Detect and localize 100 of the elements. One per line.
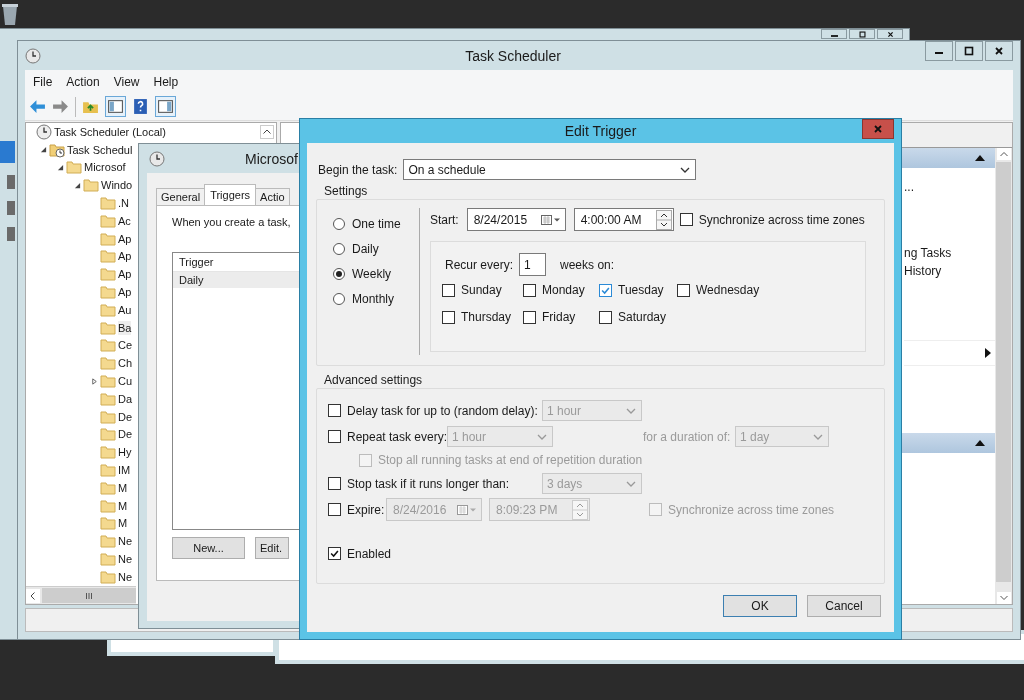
tree-item[interactable]: Ap (118, 249, 132, 264)
tree-item[interactable]: De (118, 427, 133, 442)
number-field[interactable]: 1 (519, 253, 547, 276)
minimize-button[interactable] (925, 41, 953, 61)
expanded-triangle-icon[interactable] (74, 181, 81, 189)
dialog-button[interactable]: OK (723, 595, 797, 617)
back-arrow-icon[interactable] (29, 98, 46, 115)
tab[interactable]: Actio (255, 188, 290, 205)
horizontal-scrollbar[interactable] (26, 586, 136, 604)
checkbox[interactable] (328, 404, 341, 417)
radio-button[interactable] (333, 218, 345, 230)
tree-item[interactable]: M (118, 498, 128, 513)
menu-item[interactable]: File (29, 72, 57, 91)
tree-item[interactable]: Ba (118, 320, 132, 335)
expanded-triangle-icon[interactable] (57, 164, 64, 171)
checkbox[interactable] (523, 310, 536, 324)
tree-item[interactable]: .N (118, 196, 129, 211)
recycle-bin-icon[interactable] (0, 2, 20, 26)
checkbox[interactable] (599, 283, 612, 297)
tab[interactable]: Triggers (204, 184, 257, 205)
caret-icon (813, 433, 823, 440)
checkbox[interactable] (359, 453, 372, 467)
scroll-up-icon[interactable] (260, 125, 274, 139)
tree-item[interactable]: Task Schedul (67, 142, 133, 157)
checkbox[interactable] (328, 503, 341, 516)
begin-dropdown[interactable]: On a schedule (403, 159, 697, 180)
close-button[interactable] (985, 41, 1013, 61)
checkbox[interactable] (328, 547, 341, 560)
vertical-scrollbar[interactable] (995, 148, 1012, 604)
checkbox[interactable] (328, 477, 341, 490)
time-field[interactable]: 4:00:00 AM (573, 208, 674, 231)
radio-button[interactable] (333, 243, 345, 255)
radio-button[interactable] (333, 268, 345, 280)
submenu-arrow-icon[interactable] (985, 348, 991, 358)
tree-item[interactable]: Da (118, 391, 133, 406)
tree-item[interactable]: M (118, 516, 128, 531)
minimize-button[interactable] (821, 29, 847, 39)
collapse-arrow-icon[interactable] (975, 155, 985, 161)
tree-item[interactable]: IM (118, 463, 131, 478)
checkbox[interactable] (328, 430, 341, 443)
tree-item[interactable]: Ap (118, 285, 132, 300)
menu-item[interactable]: Action (62, 72, 104, 91)
tree-item[interactable]: Hy (118, 445, 132, 460)
minimize-icon (935, 52, 943, 54)
collapsed-triangle-icon[interactable] (91, 377, 98, 385)
scroll-thumb[interactable] (996, 162, 1011, 582)
checkbox[interactable] (679, 213, 693, 226)
tree-item[interactable]: Ap (118, 231, 132, 246)
task-link[interactable]: History (904, 262, 942, 280)
folder-icon (100, 551, 116, 567)
checkbox[interactable] (599, 310, 612, 324)
checkbox[interactable] (649, 503, 662, 516)
checkbox[interactable] (677, 283, 690, 297)
tree-item[interactable]: Task Scheduler (Local) (54, 124, 166, 139)
tree-item[interactable]: Ch (118, 356, 133, 371)
tree-item[interactable]: Au (118, 302, 132, 317)
menu-item[interactable]: Help (149, 72, 183, 91)
panel-icon[interactable] (155, 96, 176, 117)
folder-icon (100, 284, 116, 301)
tree-item[interactable]: Windo (101, 178, 133, 193)
tree-item[interactable]: M (118, 480, 128, 495)
maximize-button[interactable] (955, 41, 983, 61)
panel-icon[interactable] (105, 96, 126, 117)
checkbox[interactable] (523, 283, 536, 297)
folder-icon (100, 337, 116, 354)
radio-label: Daily (352, 242, 379, 256)
collapse-arrow-icon[interactable] (975, 440, 985, 446)
tree-item[interactable]: Ne (118, 569, 133, 584)
scroll-thumb[interactable] (42, 588, 136, 603)
date-picker[interactable]: 8/24/2015 (466, 208, 566, 231)
tree-item[interactable]: Ce (118, 338, 133, 353)
help-icon[interactable] (132, 98, 149, 115)
task-link[interactable]: ng Tasks (904, 244, 952, 262)
dialog-button[interactable]: New... (172, 537, 245, 559)
tree-item[interactable]: Ap (118, 267, 132, 282)
list-row[interactable]: Daily (173, 272, 300, 288)
tree-item[interactable]: Microsof (84, 160, 126, 175)
tree-item[interactable]: Cu (118, 374, 133, 389)
scroll-left-icon[interactable] (26, 588, 40, 603)
forward-arrow-icon[interactable] (52, 98, 69, 115)
spin-buttons-icon[interactable] (655, 209, 672, 230)
radio-button[interactable] (333, 293, 345, 305)
dialog-button[interactable]: Edit. (255, 537, 289, 559)
tree-item[interactable]: Ac (118, 213, 131, 228)
tab[interactable]: General (156, 188, 206, 205)
menu-item[interactable]: View (109, 72, 144, 91)
clock-icon (149, 150, 165, 167)
expanded-triangle-icon[interactable] (40, 146, 47, 154)
task-link[interactable]: ... (904, 178, 914, 196)
tree-item[interactable]: Ne (118, 552, 133, 566)
folder-icon (66, 159, 82, 176)
dialog-button[interactable]: Cancel (807, 595, 881, 617)
close-button[interactable] (877, 29, 903, 39)
folder-icon (100, 444, 116, 461)
tree-item[interactable]: De (118, 409, 133, 424)
tree-item[interactable]: Ne (118, 534, 133, 549)
checkbox[interactable] (442, 310, 455, 324)
checkbox[interactable] (442, 283, 455, 297)
checkbox-label: Sunday (461, 283, 502, 297)
folder-icon (100, 230, 116, 247)
